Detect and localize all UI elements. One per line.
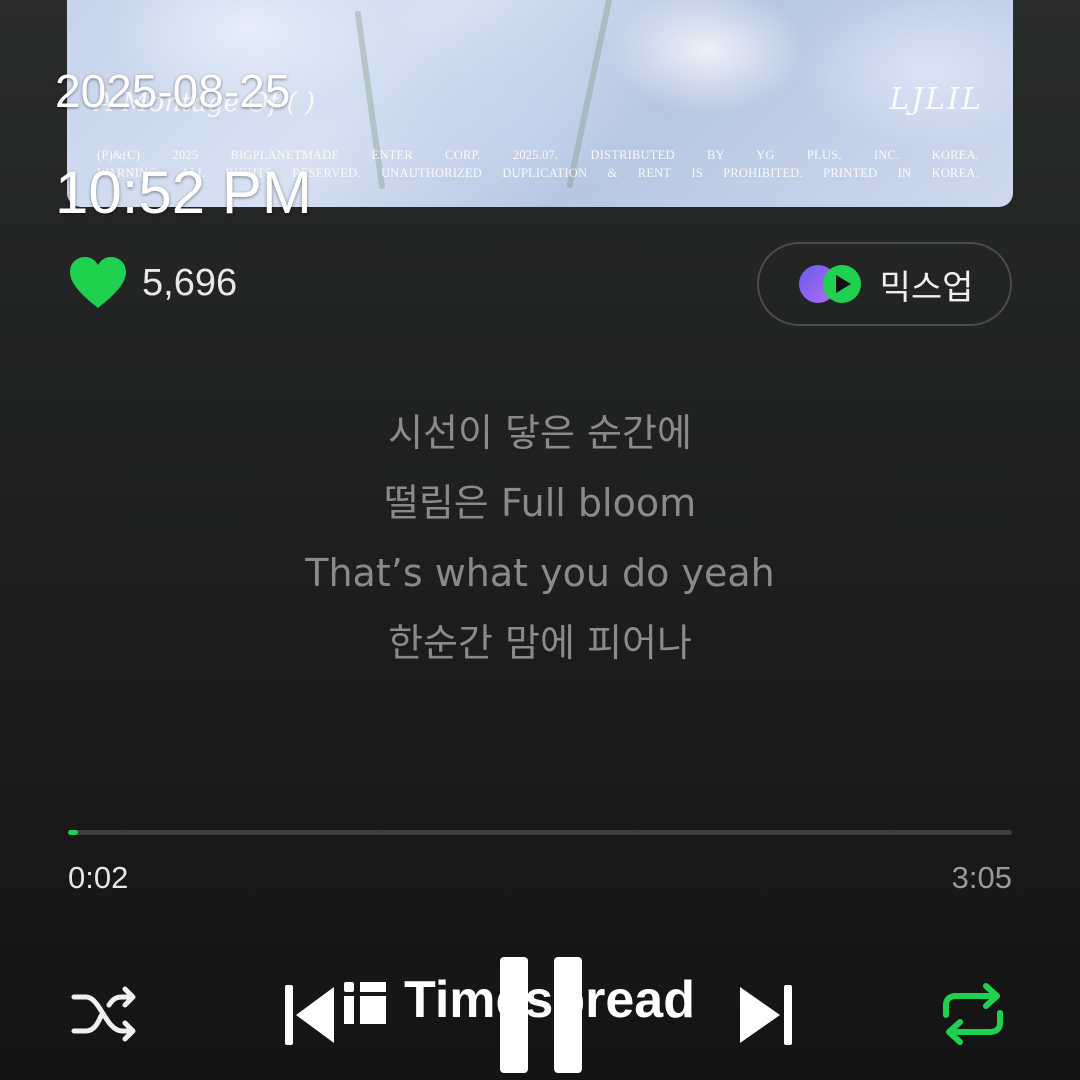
overlay-time: 10:52 PM: [55, 159, 312, 226]
mixup-button[interactable]: 믹스업: [757, 242, 1012, 326]
artist-logo: LJLIL: [889, 82, 983, 117]
watermark-logo-icon: [340, 974, 396, 1026]
total-time: 3:05: [951, 860, 1012, 895]
repeat-icon[interactable]: [940, 983, 1006, 1045]
lyric-line: That’s what you do yeah: [305, 551, 775, 595]
like-button[interactable]: 5,696: [68, 256, 237, 310]
overlay-date: 2025-08-25: [55, 65, 291, 117]
mixup-label: 믹스업: [879, 267, 974, 308]
skip-next-icon[interactable]: [736, 982, 796, 1048]
lyric-line: 한순간 맘에 피어나: [388, 621, 692, 665]
progress-fill: [68, 830, 79, 835]
like-count: 5,696: [142, 261, 238, 304]
pause-icon[interactable]: [496, 955, 588, 1075]
lyric-line: 시선이 닿은 순간에: [388, 411, 692, 455]
heart-icon: [70, 257, 126, 308]
lyric-line: 떨림은 Full bloom: [383, 481, 697, 525]
lyrics[interactable]: 시선이 닿은 순간에 떨림은 Full bloom That’s what yo…: [0, 404, 1080, 684]
shuffle-icon[interactable]: [70, 985, 140, 1043]
mixup-icon: [798, 265, 861, 303]
progress-bar[interactable]: [68, 830, 1012, 835]
current-time: 0:02: [68, 860, 129, 895]
